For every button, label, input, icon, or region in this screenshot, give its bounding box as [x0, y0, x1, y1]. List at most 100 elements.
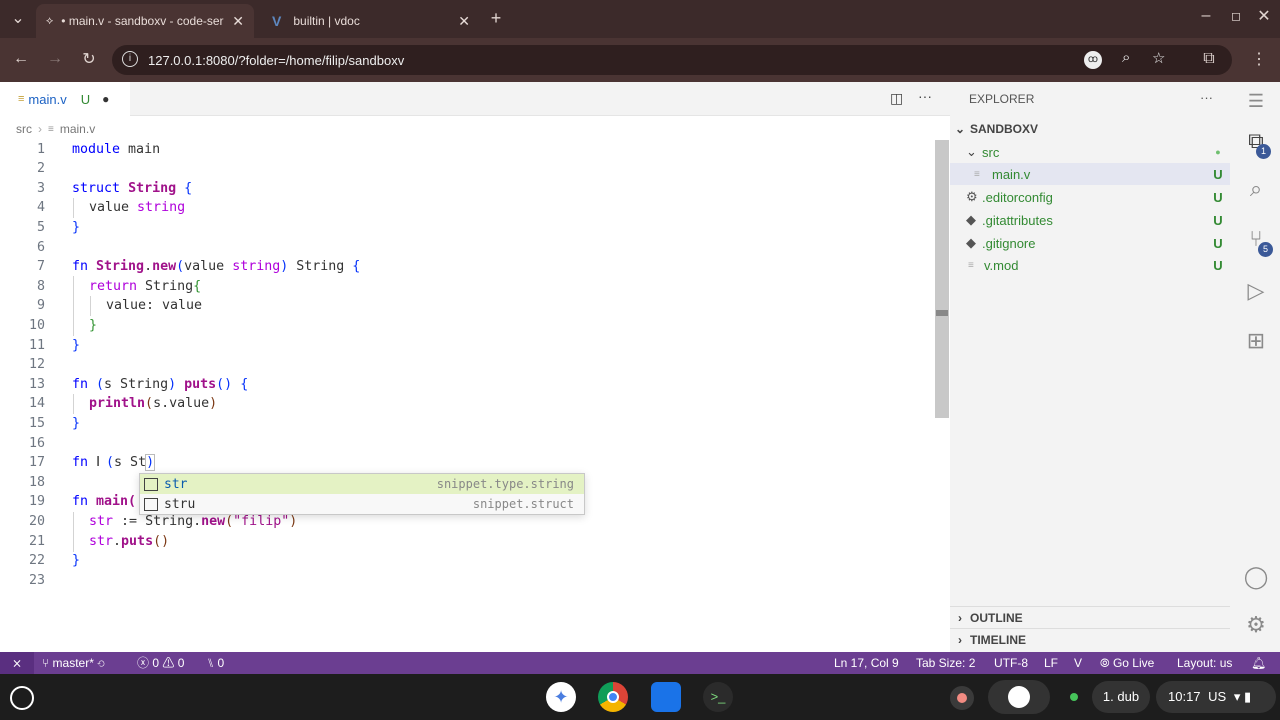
autocomplete-widget: str snippet.type.string stru snippet.str…: [139, 473, 585, 515]
code-line[interactable]: 23: [0, 571, 935, 591]
address-bar[interactable]: i 127.0.0.1:8080/?folder=/home/filip/san…: [112, 45, 1232, 75]
editor-scrollbar[interactable]: [935, 140, 949, 418]
site-info-icon[interactable]: i: [122, 51, 138, 67]
forward-arrow-icon[interactable]: →: [44, 48, 66, 70]
zoom-icon[interactable]: ⌕: [1122, 49, 1130, 66]
code-line[interactable]: 3 struct String {: [0, 179, 935, 199]
git-branch[interactable]: ⑂ master* ⟲: [42, 652, 104, 674]
account-icon[interactable]: ◯: [1243, 564, 1269, 590]
code-line[interactable]: 5}: [0, 218, 935, 238]
close-window-button[interactable]: ✕: [1254, 6, 1274, 26]
problems-indicator[interactable]: ⓧ 0 ⚠ 0: [137, 652, 184, 674]
timeline-section-header[interactable]: › TIMELINE: [950, 628, 1230, 650]
chrome-app-icon[interactable]: [598, 682, 628, 712]
close-tab-icon[interactable]: ✕: [232, 13, 244, 30]
files-app-icon[interactable]: [651, 682, 681, 712]
code-line[interactable]: 10}: [0, 316, 935, 336]
close-tab-icon[interactable]: ✕: [458, 13, 470, 30]
code-line[interactable]: 2: [0, 159, 935, 179]
split-editor-icon[interactable]: ◫: [890, 90, 903, 107]
code-line[interactable]: 1 module main: [0, 140, 935, 160]
gemini-app-icon[interactable]: ✦: [546, 682, 576, 712]
encoding[interactable]: UTF-8: [994, 652, 1028, 674]
tree-file-main-v[interactable]: ≡ main.v U: [950, 163, 1230, 185]
terminal-app-icon[interactable]: >_: [703, 682, 733, 712]
new-tab-button[interactable]: +: [486, 8, 506, 28]
code-line[interactable]: 15}: [0, 414, 935, 434]
explorer-more-icon[interactable]: ···: [1200, 90, 1213, 105]
code-line-active[interactable]: 17 fn (s St): [0, 453, 935, 473]
profile-avatar[interactable]: ꝏ: [1084, 51, 1102, 69]
snippet-icon: [144, 477, 158, 491]
language-mode[interactable]: V: [1074, 652, 1082, 674]
status-bar: ⨯ ⑂ master* ⟲ ⓧ 0 ⚠ 0 ⑊ 0 Ln 17, Col 9 T…: [0, 652, 1280, 674]
reload-icon[interactable]: ↻: [78, 48, 100, 70]
maximize-window-button[interactable]: ◻: [1226, 6, 1246, 26]
chrome-menu-icon[interactable]: ⋮: [1248, 48, 1270, 70]
system-tray[interactable]: 10:17 US ▾ ▮: [1156, 681, 1276, 713]
code-line[interactable]: 12: [0, 355, 935, 375]
tree-file-gitattributes[interactable]: ◆ .gitattributes U: [950, 209, 1230, 231]
code-line[interactable]: 9 value: value: [0, 296, 935, 316]
outline-section-header[interactable]: › OUTLINE: [950, 606, 1230, 628]
remote-indicator-icon[interactable]: ⨯: [0, 652, 34, 674]
tree-file-vmod[interactable]: ≡ v.mod U: [950, 254, 1230, 276]
code-line[interactable]: 21 str.puts(): [0, 532, 935, 552]
suggestion-item[interactable]: stru snippet.struct: [140, 494, 584, 514]
indentation[interactable]: Tab Size: 2: [916, 652, 975, 674]
status-green-dot-icon: [1060, 680, 1090, 714]
code-line[interactable]: 7 fn String.new(value string) String {: [0, 257, 935, 277]
error-icon: ⓧ: [137, 656, 153, 670]
notifications-bell-icon[interactable]: 🔔︎: [1251, 652, 1266, 674]
browser-tab-title: builtin | vdoc: [293, 14, 360, 28]
chevron-down-icon: ⌄: [966, 144, 977, 159]
workspace-header[interactable]: ⌄ SANDBOXV: [950, 118, 1230, 140]
editor-more-actions-icon[interactable]: ···: [918, 88, 932, 104]
code-line[interactable]: 6: [0, 238, 935, 258]
v-file-icon: ≡: [48, 123, 54, 135]
git-untracked-badge: U: [80, 91, 91, 107]
editor-tab-main-v[interactable]: ≡ main.v U ●: [0, 82, 130, 116]
unsaved-dot-icon[interactable]: ●: [102, 92, 109, 106]
editor-tab-bar: ≡ main.v U ● ◫ ···: [0, 82, 950, 116]
ports-indicator[interactable]: ⑊ 0: [207, 652, 224, 674]
suggestion-item[interactable]: str snippet.type.string: [140, 474, 584, 494]
cursor-position[interactable]: Ln 17, Col 9: [834, 652, 899, 674]
tree-file-editorconfig[interactable]: ⚙ .editorconfig U: [950, 186, 1230, 208]
code-line[interactable]: 14 println(s.value): [0, 394, 935, 414]
bookmark-star-icon[interactable]: ☆: [1152, 49, 1165, 67]
code-line[interactable]: 22}: [0, 551, 935, 571]
breadcrumb-folder[interactable]: src: [16, 122, 32, 136]
end-of-line[interactable]: LF: [1044, 652, 1058, 674]
run-debug-icon[interactable]: ▷: [1243, 278, 1269, 304]
keyboard-layout[interactable]: Layout: us: [1177, 652, 1232, 674]
extensions-icon[interactable]: ⧉: [1198, 48, 1220, 70]
launcher-icon[interactable]: [10, 686, 34, 710]
tree-file-gitignore[interactable]: ◆ .gitignore U: [950, 232, 1230, 254]
tab-search-icon[interactable]: ⌄: [8, 8, 28, 28]
screen-record-icon[interactable]: [950, 686, 974, 710]
breadcrumb: src › ≡ main.v: [16, 122, 95, 136]
code-line[interactable]: 8 return String{: [0, 277, 935, 297]
tree-folder-src[interactable]: ⌄ src ●: [950, 141, 1230, 163]
v-file-icon: ≡: [974, 168, 980, 180]
menu-icon[interactable]: ☰: [1243, 88, 1269, 114]
suggestion-detail: snippet.struct: [472, 497, 574, 511]
active-window-indicator[interactable]: 1. dub: [1092, 681, 1150, 713]
code-line[interactable]: 11}: [0, 336, 935, 356]
extensions-icon[interactable]: ⊞: [1243, 328, 1269, 354]
browser-tab-code-server[interactable]: ⟡ • main.v - sandboxv - code-ser ✕: [36, 4, 254, 38]
go-live-button[interactable]: ⦾ Go Live: [1100, 652, 1154, 674]
back-arrow-icon[interactable]: ←: [10, 48, 32, 70]
chevron-down-icon: ⌄: [954, 122, 966, 136]
gear-icon[interactable]: ⚙: [1243, 612, 1269, 638]
browser-tab-vdoc[interactable]: V builtin | vdoc ✕: [262, 4, 480, 38]
breadcrumb-file[interactable]: main.v: [60, 122, 95, 136]
code-line[interactable]: 16: [0, 434, 935, 454]
code-line[interactable]: 13 fn (s String) puts() {: [0, 375, 935, 395]
scrollbar-cursor-marker: [936, 310, 948, 316]
search-icon[interactable]: ⌕: [1243, 176, 1269, 202]
minimize-window-button[interactable]: –: [1196, 6, 1216, 26]
code-line[interactable]: 4 value string: [0, 198, 935, 218]
tote-shelf[interactable]: [988, 680, 1050, 714]
